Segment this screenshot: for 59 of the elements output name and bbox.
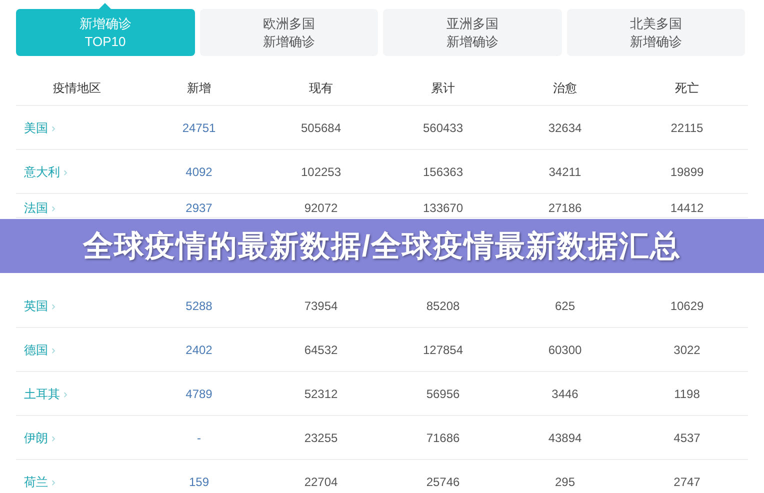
table-cell: 159 <box>188 474 210 488</box>
table-cell: 27186 <box>548 201 582 215</box>
table-cell: 4789 <box>186 386 212 400</box>
table-cell: 505684 <box>300 120 342 134</box>
tab[interactable]: 欧洲多国 新增确诊 <box>200 9 378 56</box>
table-cell: 25746 <box>426 474 460 488</box>
table-cell: 71686 <box>426 430 460 444</box>
table-cell: 102253 <box>300 164 342 178</box>
table-cell: 5288 <box>186 298 212 312</box>
table-cell: - <box>197 430 201 444</box>
column-header: 现有 <box>309 80 333 94</box>
table-cell: 4092 <box>186 164 212 178</box>
tab[interactable]: 北美多国 新增确诊 <box>566 9 745 56</box>
column-header: 累计 <box>431 80 455 94</box>
table-cell: 2747 <box>674 474 700 488</box>
column-header: 疫情地区 <box>53 80 101 94</box>
table-cell: 1198 <box>674 386 700 400</box>
table-cell: 156363 <box>422 164 464 178</box>
table-cell: 22704 <box>304 474 338 488</box>
table-cell: 64532 <box>304 342 338 356</box>
region-link[interactable]: 美国 › <box>24 120 56 134</box>
table-cell: 3446 <box>552 386 578 400</box>
table-cell: 32634 <box>548 120 582 134</box>
table-cell: 23255 <box>304 430 338 444</box>
table-cell: 92072 <box>304 201 338 215</box>
region-link[interactable]: 法国 › <box>24 201 56 215</box>
table-cell: 14412 <box>670 201 704 215</box>
region-link[interactable]: 伊朗 › <box>24 430 56 444</box>
table-cell: 10629 <box>670 298 704 312</box>
table-cell: 56956 <box>426 386 460 400</box>
table-cell: 2402 <box>186 342 212 356</box>
tab[interactable]: 新增确诊 TOP10 <box>16 9 194 56</box>
table-cell: 127854 <box>422 342 464 356</box>
region-link[interactable]: 德国 › <box>24 342 56 356</box>
table-cell: 24751 <box>182 120 216 134</box>
column-header: 治愈 <box>553 80 577 94</box>
table-cell: 73954 <box>304 298 338 312</box>
table-cell: 43894 <box>548 430 582 444</box>
region-link[interactable]: 意大利 › <box>24 164 68 178</box>
table-cell: 60300 <box>548 342 582 356</box>
table-cell: 34211 <box>548 164 582 178</box>
title-banner: 全球疫情的最新数据/全球疫情最新数据汇总 <box>0 219 764 273</box>
region-link[interactable]: 英国 › <box>24 298 56 312</box>
table-cell: 19899 <box>670 164 704 178</box>
tab[interactable]: 亚洲多国 新增确诊 <box>383 9 562 56</box>
table-cell: 560433 <box>422 120 464 134</box>
region-link[interactable]: 荷兰 › <box>24 474 56 488</box>
column-header: 新增 <box>187 80 211 94</box>
table-cell: 52312 <box>304 386 338 400</box>
column-header: 死亡 <box>675 80 699 94</box>
region-link[interactable]: 土耳其 › <box>24 386 68 400</box>
table-cell: 2937 <box>186 201 212 215</box>
table-cell: 85208 <box>426 298 460 312</box>
table-cell: 133670 <box>422 201 464 215</box>
table-cell: 295 <box>554 474 576 488</box>
table-cell: 22115 <box>670 120 704 134</box>
table-cell: 625 <box>554 298 576 312</box>
table-cell: 3022 <box>674 342 700 356</box>
table-cell: 4537 <box>674 430 700 444</box>
